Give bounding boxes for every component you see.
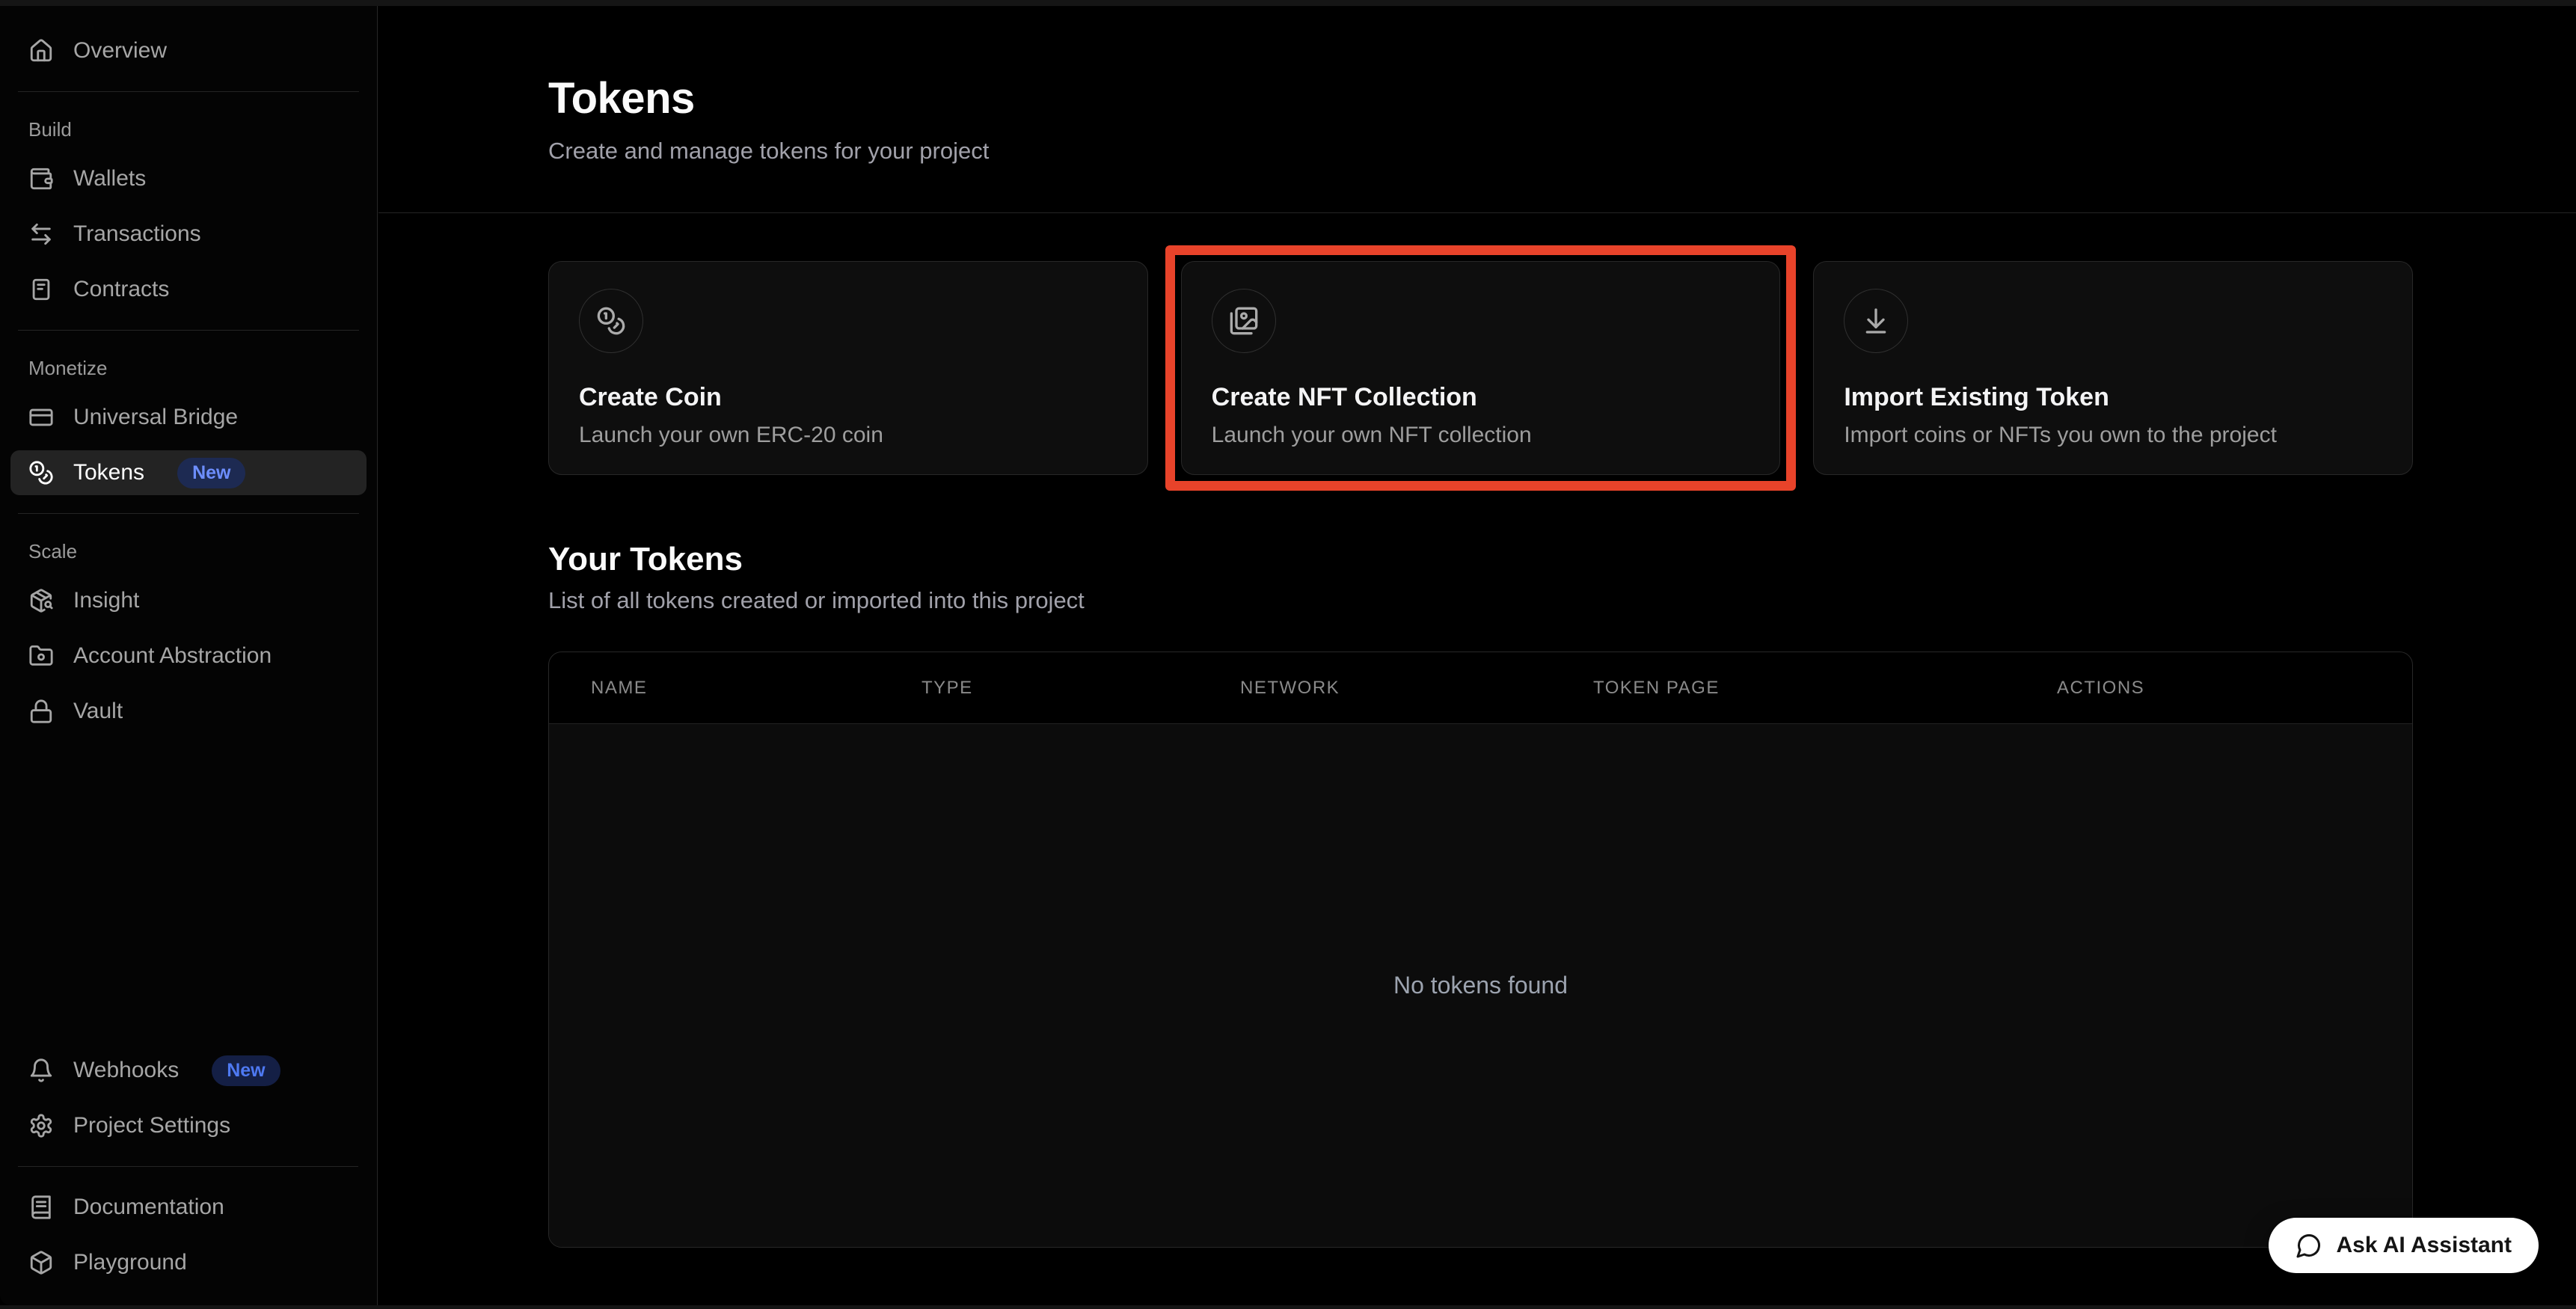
sidebar-item-label: Documentation [73, 1195, 224, 1220]
download-icon [1844, 289, 1908, 353]
bell-icon [28, 1058, 54, 1083]
sidebar-item-label: Vault [73, 699, 123, 724]
book-icon [28, 1195, 54, 1220]
action-cards: Create Coin Launch your own ERC-20 coin … [548, 261, 2413, 475]
page-subtitle: Create and manage tokens for your projec… [548, 136, 2576, 166]
sidebar-item-overview[interactable]: Overview [10, 28, 367, 73]
sidebar-item-account-abstraction[interactable]: Account Abstraction [10, 634, 367, 678]
divider [378, 212, 2576, 213]
divider [18, 330, 359, 331]
sidebar-item-label: Insight [73, 588, 139, 613]
sidebar-item-label: Contracts [73, 277, 169, 302]
credit-card-icon [28, 405, 54, 430]
sidebar-item-webhooks[interactable]: Webhooks New [10, 1048, 366, 1093]
ask-ai-assistant-label: Ask AI Assistant [2336, 1233, 2512, 1258]
folder-icon [28, 643, 54, 669]
sidebar-item-label: Playground [73, 1250, 187, 1275]
sidebar-item-label: Project Settings [73, 1113, 230, 1138]
sidebar-item-documentation[interactable]: Documentation [10, 1185, 366, 1230]
column-header-actions: ACTIONS [2057, 678, 2412, 699]
wallet-icon [28, 166, 54, 191]
new-badge: New [212, 1055, 280, 1086]
card-title: Create Coin [579, 383, 1117, 412]
card-description: Launch your own ERC-20 coin [579, 423, 1117, 448]
card-description: Import coins or NFTs you own to the proj… [1844, 423, 2382, 448]
ask-ai-assistant-button[interactable]: Ask AI Assistant [2269, 1218, 2539, 1273]
sidebar-item-project-settings[interactable]: Project Settings [10, 1103, 366, 1148]
sidebar-item-label: Wallets [73, 166, 146, 191]
empty-state-text: No tokens found [1393, 972, 1568, 999]
card-title: Import Existing Token [1844, 383, 2382, 412]
sidebar-item-insight[interactable]: Insight [10, 578, 367, 623]
window-top-edge [0, 0, 2576, 6]
create-nft-collection-card[interactable]: Create NFT Collection Launch your own NF… [1181, 261, 1781, 475]
page-header: Tokens Create and manage tokens for your… [378, 6, 2576, 166]
sidebar: Overview Build Wallets Transactions Cont… [0, 6, 378, 1305]
column-header-network: NETWORK [1240, 678, 1593, 699]
sidebar-item-label: Universal Bridge [73, 405, 238, 430]
sidebar-section-build: Build [10, 114, 367, 144]
your-tokens-subtitle: List of all tokens created or imported i… [548, 587, 2413, 614]
chat-bubble-icon [2296, 1232, 2322, 1259]
main-content: Tokens Create and manage tokens for your… [378, 6, 2576, 1305]
package-search-icon [28, 588, 54, 613]
arrows-left-right-icon [28, 221, 54, 247]
coins-icon [28, 460, 54, 485]
card-description: Launch your own NFT collection [1212, 423, 1750, 448]
sidebar-item-playground[interactable]: Playground [10, 1240, 366, 1285]
column-header-name: NAME [591, 678, 921, 699]
sidebar-item-label: Transactions [73, 221, 201, 247]
column-header-type: TYPE [921, 678, 1240, 699]
tokens-table-body: No tokens found [549, 724, 2412, 1247]
coins-icon [579, 289, 643, 353]
home-icon [28, 38, 54, 64]
tokens-table-header: NAME TYPE NETWORK TOKEN PAGE ACTIONS [549, 652, 2412, 724]
document-icon [28, 277, 54, 302]
gear-icon [28, 1113, 54, 1138]
images-icon [1212, 289, 1276, 353]
page-title: Tokens [548, 73, 2576, 124]
new-badge: New [177, 458, 245, 488]
column-header-token-page: TOKEN PAGE [1593, 678, 2057, 699]
sidebar-item-tokens[interactable]: Tokens New [10, 450, 367, 495]
sidebar-item-label: Tokens [73, 460, 144, 485]
sidebar-item-label: Account Abstraction [73, 643, 272, 669]
divider [18, 1166, 358, 1167]
sidebar-item-label: Webhooks [73, 1058, 179, 1083]
tokens-table: NAME TYPE NETWORK TOKEN PAGE ACTIONS No … [548, 652, 2413, 1248]
sidebar-bottom-group: Webhooks New Project Settings Documentat… [10, 1048, 366, 1285]
import-existing-token-card[interactable]: Import Existing Token Import coins or NF… [1813, 261, 2413, 475]
sidebar-item-wallets[interactable]: Wallets [10, 156, 367, 201]
divider [18, 91, 359, 92]
cube-icon [28, 1250, 54, 1275]
content-area: Create Coin Launch your own ERC-20 coin … [378, 261, 2576, 1248]
sidebar-item-label: Overview [73, 38, 167, 64]
sidebar-item-transactions[interactable]: Transactions [10, 212, 367, 257]
sidebar-item-vault[interactable]: Vault [10, 689, 367, 734]
sidebar-item-contracts[interactable]: Contracts [10, 267, 367, 312]
window-bottom-edge [0, 1305, 2576, 1309]
sidebar-section-scale: Scale [10, 536, 367, 566]
your-tokens-title: Your Tokens [548, 541, 2413, 578]
sidebar-section-monetize: Monetize [10, 353, 367, 383]
card-title: Create NFT Collection [1212, 383, 1750, 412]
sidebar-item-universal-bridge[interactable]: Universal Bridge [10, 395, 367, 440]
divider [18, 513, 359, 514]
create-coin-card[interactable]: Create Coin Launch your own ERC-20 coin [548, 261, 1148, 475]
lock-icon [28, 699, 54, 724]
